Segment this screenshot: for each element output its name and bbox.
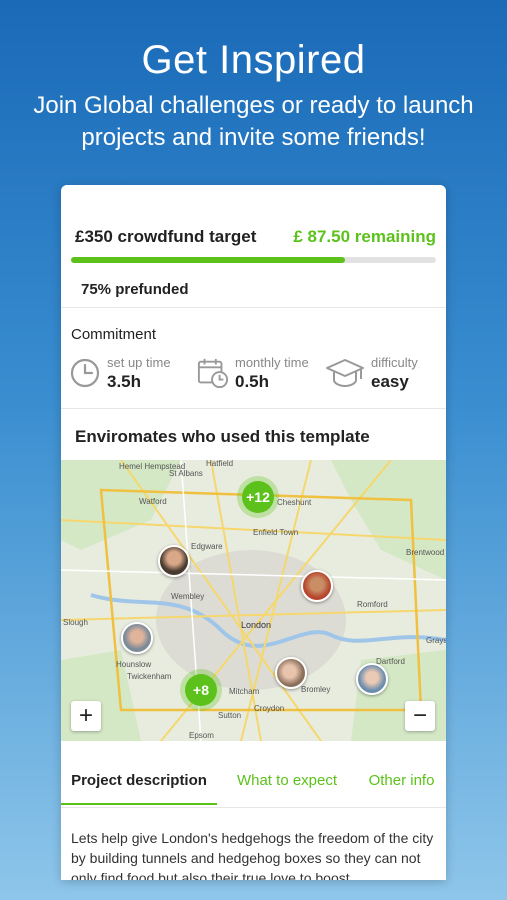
divider (61, 807, 446, 808)
tab-other-info[interactable]: Other info (357, 772, 446, 805)
calendar-clock-icon (197, 355, 229, 391)
map-label: Cheshunt (277, 498, 312, 507)
map-label: Bromley (301, 685, 331, 694)
user-avatar-marker[interactable] (301, 570, 333, 602)
commitment-stats: set up time 3.5h monthly time 0.5h diffi… (69, 355, 438, 393)
stat-value: 3.5h (107, 372, 142, 391)
zoom-in-button[interactable]: + (71, 701, 101, 731)
hero-subtitle: Join Global challenges or ready to launc… (33, 92, 474, 151)
stat-label: difficulty (371, 355, 418, 370)
tab-project-description[interactable]: Project description (61, 772, 217, 805)
map-label: Grays (426, 636, 446, 645)
map-label: Edgware (191, 542, 223, 551)
funding-progress-bar (71, 257, 436, 263)
map-cluster-marker[interactable]: +12 (242, 481, 274, 513)
divider (61, 307, 446, 308)
map-label: Mitcham (229, 687, 260, 696)
zoom-out-button[interactable]: − (405, 701, 435, 731)
stat-value: easy (371, 372, 409, 391)
stat-monthly-time: monthly time 0.5h (197, 355, 325, 393)
map-label: Watford (139, 497, 167, 506)
hero-title: Get Inspired (141, 38, 366, 82)
map-cluster-marker[interactable]: +8 (185, 674, 217, 706)
funding-row: £350 crowdfund target £ 87.50 remaining (75, 227, 436, 247)
user-avatar-marker[interactable] (275, 657, 307, 689)
users-map[interactable]: Hemel Hempstead St Albans Hatfield Watfo… (61, 460, 446, 741)
map-label: St Albans (169, 469, 203, 478)
funding-remaining: £ 87.50 remaining (293, 227, 436, 246)
map-label: Twickenham (127, 672, 172, 681)
funding-progress-fill (71, 257, 345, 263)
stat-setup-time: set up time 3.5h (69, 355, 197, 393)
map-label: Epsom (189, 731, 214, 740)
crowdfund-target: £350 crowdfund target (75, 227, 257, 246)
map-label: Romford (357, 600, 388, 609)
map-label: Wembley (171, 592, 205, 601)
map-label: Hatfield (206, 460, 234, 468)
graduation-cap-icon (325, 355, 365, 391)
divider (61, 408, 446, 409)
stat-value: 0.5h (235, 372, 270, 391)
stat-difficulty: difficulty easy (325, 355, 418, 393)
map-label: Brentwood (406, 548, 445, 557)
hero: Get Inspired Join Global challenges or r… (0, 36, 507, 154)
commitment-title: Commitment (71, 326, 157, 343)
map-label: London (241, 620, 272, 630)
clock-icon (69, 355, 101, 391)
map-label: Enfield Town (253, 528, 299, 537)
map-label: Croydon (254, 704, 285, 713)
user-avatar-marker[interactable] (356, 663, 388, 695)
user-avatar-marker[interactable] (158, 545, 190, 577)
user-avatar-marker[interactable] (121, 622, 153, 654)
map-label: Sutton (218, 711, 242, 720)
tab-what-to-expect[interactable]: What to expect (217, 772, 357, 805)
stat-label: set up time (107, 355, 171, 370)
map-label: Hounslow (116, 660, 152, 669)
project-card: £350 crowdfund target £ 87.50 remaining … (61, 185, 446, 880)
tab-bar: Project description What to expect Other… (61, 772, 446, 805)
project-description-text: Lets help give London's hedgehogs the fr… (71, 830, 434, 880)
map-label: Slough (63, 618, 88, 627)
prefunded-label: 75% prefunded (81, 281, 189, 298)
stat-label: monthly time (235, 355, 309, 370)
map-title: Enviromates who used this template (75, 427, 370, 446)
